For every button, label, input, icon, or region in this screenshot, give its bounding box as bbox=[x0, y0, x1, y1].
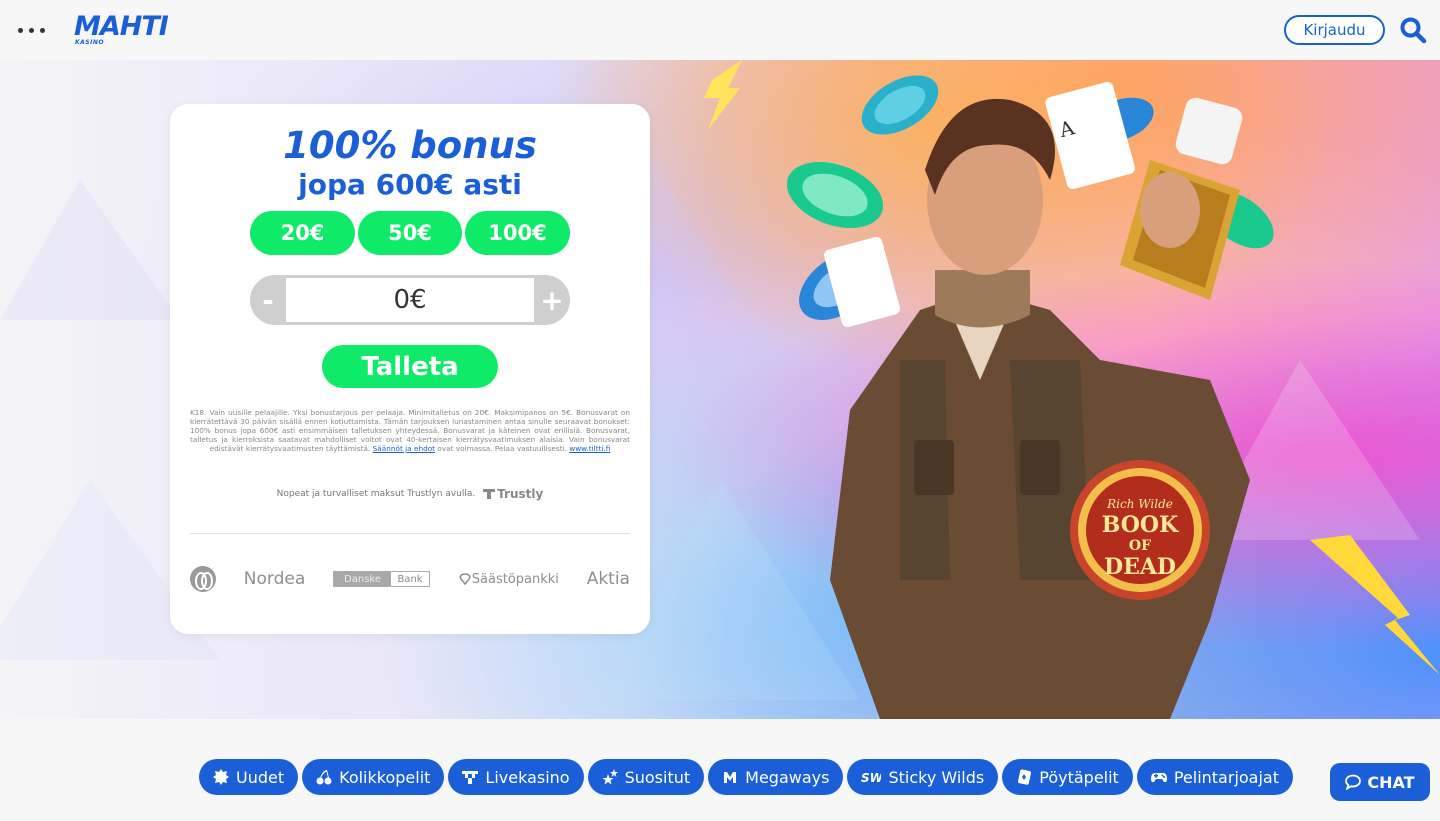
game-logo-line2: BOOK bbox=[1102, 512, 1179, 538]
mahti-logo[interactable]: MAHTI KASINO bbox=[74, 12, 190, 48]
search-icon[interactable] bbox=[1399, 16, 1427, 44]
amount-stepper: - + bbox=[250, 275, 570, 325]
increase-button[interactable]: + bbox=[534, 275, 570, 325]
saastopankki-icon bbox=[459, 573, 471, 585]
cherry-icon bbox=[316, 770, 332, 785]
sw-icon: SW bbox=[861, 771, 881, 785]
chat-label: CHAT bbox=[1367, 772, 1415, 792]
top-bar: MAHTI KASINO Kirjaudu bbox=[0, 0, 1440, 60]
more-menu-icon[interactable] bbox=[18, 20, 54, 40]
trustly-icon bbox=[483, 489, 496, 499]
terms-tail: ovat voimassa. Pelaa vastuullisesti. bbox=[437, 444, 567, 453]
category-suositut[interactable]: Suositut bbox=[587, 759, 705, 795]
category-kolikkopelit[interactable]: Kolikkopelit bbox=[302, 759, 445, 795]
category-label: Suositut bbox=[624, 767, 691, 787]
badge-icon bbox=[213, 769, 229, 785]
danske-text: Danske bbox=[334, 572, 392, 586]
live-icon bbox=[462, 771, 479, 784]
deposit-amount-input[interactable] bbox=[286, 278, 534, 322]
category-label: Megaways bbox=[745, 767, 830, 787]
op-bank-logo bbox=[190, 566, 216, 592]
decrease-button[interactable]: - bbox=[250, 275, 286, 325]
trustly-logo: Trustly bbox=[483, 487, 543, 501]
category-label: Uudet bbox=[236, 767, 285, 787]
login-button[interactable]: Kirjaudu bbox=[1284, 15, 1385, 45]
chat-bubble-icon bbox=[1345, 774, 1362, 790]
nordea-logo: Nordea bbox=[243, 569, 306, 589]
lightning-bolt-left bbox=[704, 60, 742, 130]
book-of-dead-logo: Rich Wilde BOOK OF DEAD bbox=[1070, 460, 1210, 600]
amount-50-button[interactable]: 50€ bbox=[358, 211, 462, 255]
rich-wilde-character bbox=[830, 98, 1250, 719]
trustly-logo-text: Trustly bbox=[497, 487, 544, 501]
promo-subtitle: jopa 600€ asti bbox=[298, 168, 522, 201]
bonus-terms: K18. Vain uusille pelaajille. Yksi bonus… bbox=[190, 408, 630, 453]
game-logo-line1: Rich Wilde bbox=[1106, 497, 1173, 511]
lightning-bolt-right bbox=[1310, 535, 1440, 675]
trustly-text: Nopeat ja turvalliset maksut Trustlyn av… bbox=[276, 489, 476, 499]
category-uudet[interactable]: Uudet bbox=[199, 759, 299, 795]
amount-100-button[interactable]: 100€ bbox=[465, 211, 570, 255]
logo-wordmark: MAHTI bbox=[74, 11, 169, 42]
chat-button[interactable]: CHAT bbox=[1330, 763, 1430, 801]
saastopankki-logo: Säästöpankki bbox=[458, 572, 559, 587]
megaways-icon bbox=[724, 772, 737, 783]
card-icon bbox=[1018, 769, 1032, 785]
category-label: Sticky Wilds bbox=[888, 767, 985, 787]
category-label: Kolikkopelit bbox=[339, 767, 431, 787]
category-poytapelit[interactable]: Pöytäpelit bbox=[1002, 759, 1133, 795]
category-megaways[interactable]: Megaways bbox=[708, 759, 844, 795]
category-label: Pelintarjoajat bbox=[1173, 767, 1279, 787]
amount-20-button[interactable]: 20€ bbox=[250, 211, 355, 255]
svg-text:SW: SW bbox=[861, 771, 881, 785]
category-nav: Uudet Kolikkopelit Livekasino Suositut M… bbox=[199, 759, 1293, 795]
danske-bank-logo: Danske Bank bbox=[333, 571, 431, 587]
bonus-card: 100% bonus jopa 600€ asti 20€ 50€ 100€ -… bbox=[170, 104, 650, 634]
saastopankki-text: Säästöpankki bbox=[471, 571, 559, 587]
playing-card bbox=[1045, 81, 1135, 190]
category-label: Livekasino bbox=[485, 767, 570, 787]
book-of-dead-artwork: A Rich Wilde BOOK OF DEAD bbox=[704, 60, 1440, 719]
divider bbox=[190, 533, 630, 534]
dice bbox=[1175, 97, 1243, 165]
amount-options: 20€ 50€ 100€ bbox=[250, 211, 570, 255]
category-sticky-wilds[interactable]: SW Sticky Wilds bbox=[847, 759, 999, 795]
aktia-logo: Aktia bbox=[586, 569, 630, 589]
category-pelintarjoajat[interactable]: Pelintarjoajat bbox=[1136, 759, 1293, 795]
tiltti-link[interactable]: www.tiltti.fi bbox=[569, 444, 610, 453]
trustly-notice: Nopeat ja turvalliset maksut Trustlyn av… bbox=[170, 487, 650, 501]
bank-logos: Nordea Danske Bank Säästöpankki Aktia bbox=[190, 564, 630, 594]
stars-icon bbox=[602, 769, 618, 785]
category-livekasino[interactable]: Livekasino bbox=[448, 759, 584, 795]
deposit-button[interactable]: Talleta bbox=[322, 345, 498, 388]
category-label: Pöytäpelit bbox=[1039, 767, 1119, 787]
game-logo-line3: OF bbox=[1129, 538, 1151, 554]
promo-title: 100% bonus bbox=[283, 124, 537, 167]
game-logo-line4: DEAD bbox=[1104, 554, 1176, 580]
bank-text: Bank bbox=[397, 573, 423, 585]
gamepad-icon bbox=[1150, 773, 1167, 783]
logo-subtitle: KASINO bbox=[75, 39, 104, 46]
terms-link[interactable]: Säännöt ja ehdot bbox=[373, 444, 435, 453]
